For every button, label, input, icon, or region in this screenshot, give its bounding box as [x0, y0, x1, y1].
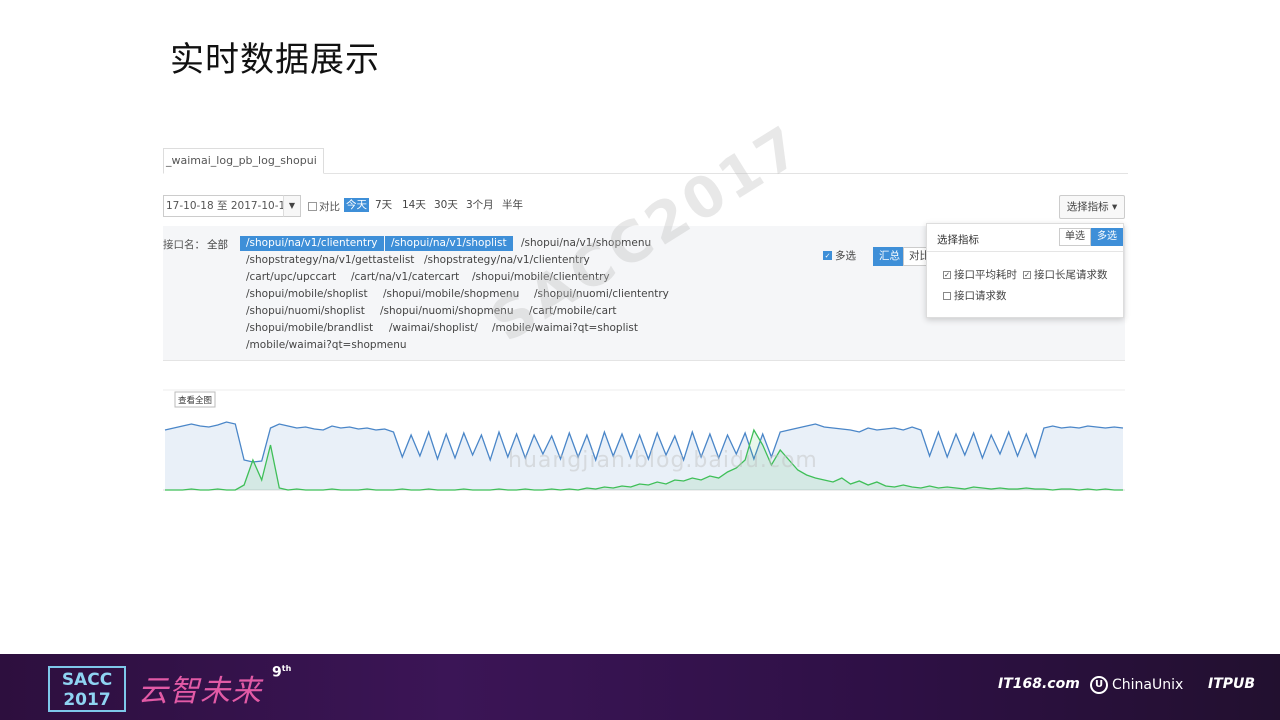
metric-option-longtail[interactable]: ✓ 接口长尾请求数 [1023, 267, 1108, 282]
chinaunix-icon: U [1090, 676, 1108, 694]
range-14d[interactable]: 14天 [400, 198, 428, 212]
metric-option-requests[interactable]: 接口请求数 [943, 288, 1007, 303]
single-select-button[interactable]: 单选 [1059, 228, 1091, 246]
watermark-url: huangjian.blog.baidu.com [508, 448, 818, 473]
api-item[interactable]: /cart/na/v1/catercart [351, 271, 459, 284]
api-item[interactable]: /shopui/mobile/shoplist [246, 288, 368, 301]
range-today[interactable]: 今天 [344, 198, 369, 212]
slogan: 云智未来 [138, 674, 262, 709]
range-30d[interactable]: 30天 [432, 198, 460, 212]
date-range-input[interactable]: 17-10-18 至 2017-10-18 [163, 195, 301, 217]
api-item[interactable]: /shopui/mobile/brandlist [246, 322, 373, 335]
multi-select-button[interactable]: 多选 [1091, 228, 1123, 246]
range-6m[interactable]: 半年 [500, 198, 525, 212]
api-item[interactable]: /shopui/na/v1/shoplist [385, 236, 513, 251]
check-icon[interactable]: ✓ [1023, 270, 1031, 279]
api-item[interactable]: /shopui/nuomi/shoplist [246, 305, 365, 318]
tab-waimai-log[interactable]: _waimai_log_pb_log_shopui [163, 148, 324, 174]
edition-badge: 9th [272, 664, 292, 681]
view-all-label: 查看全图 [178, 395, 212, 406]
compare-checkbox[interactable]: 对比 [308, 199, 340, 214]
check-icon: ✓ [823, 251, 832, 260]
caret-down-icon[interactable]: ▼ [283, 195, 301, 217]
checkbox-icon[interactable] [308, 202, 317, 211]
api-item[interactable]: /shopui/na/v1/cliententry [240, 236, 384, 251]
it168-logo: IT168.com [998, 676, 1080, 692]
select-metric-popup: 选择指标 单选 多选 ✓ 接口平均耗时 ✓ 接口长尾请求数 接口请求数 [926, 223, 1124, 318]
checkbox-icon[interactable] [943, 291, 951, 300]
tab-bar: _waimai_log_pb_log_shopui [163, 148, 1128, 174]
select-metric-button[interactable]: 选择指标 ▾ [1059, 195, 1125, 219]
range-3m[interactable]: 3个月 [464, 198, 496, 212]
check-icon[interactable]: ✓ [943, 270, 951, 279]
metric-option-avg-latency[interactable]: ✓ 接口平均耗时 [943, 267, 1017, 282]
api-filter-label: 接口名： [163, 239, 205, 251]
multi-select-checkbox[interactable]: ✓ 多选 [823, 248, 856, 263]
api-item[interactable]: /shopstrategy/na/v1/gettastelist [246, 254, 414, 267]
popup-title: 选择指标 [937, 234, 979, 246]
api-item[interactable]: /waimai/shoplist/ [389, 322, 478, 335]
api-all[interactable]: 全部 [207, 237, 228, 252]
line-chart: 查看全图 [163, 389, 1125, 491]
footer-banner: SACC 2017 云智未来 9th IT168.com U ChinaUnix … [0, 654, 1280, 720]
sacc-logo: SACC 2017 [48, 666, 126, 712]
itpub-logo: ITPUB [1208, 676, 1256, 692]
api-item[interactable]: /cart/upc/upccart [246, 271, 336, 284]
chinaunix-logo: U ChinaUnix [1090, 676, 1183, 694]
page-title: 实时数据展示 [170, 40, 380, 80]
summary-toggle[interactable]: 汇总 [873, 247, 906, 266]
range-7d[interactable]: 7天 [373, 198, 394, 212]
divider [927, 251, 1123, 252]
realtime-chart: 查看全图 [163, 380, 1125, 495]
api-item[interactable]: /mobile/waimai?qt=shopmenu [246, 339, 407, 352]
